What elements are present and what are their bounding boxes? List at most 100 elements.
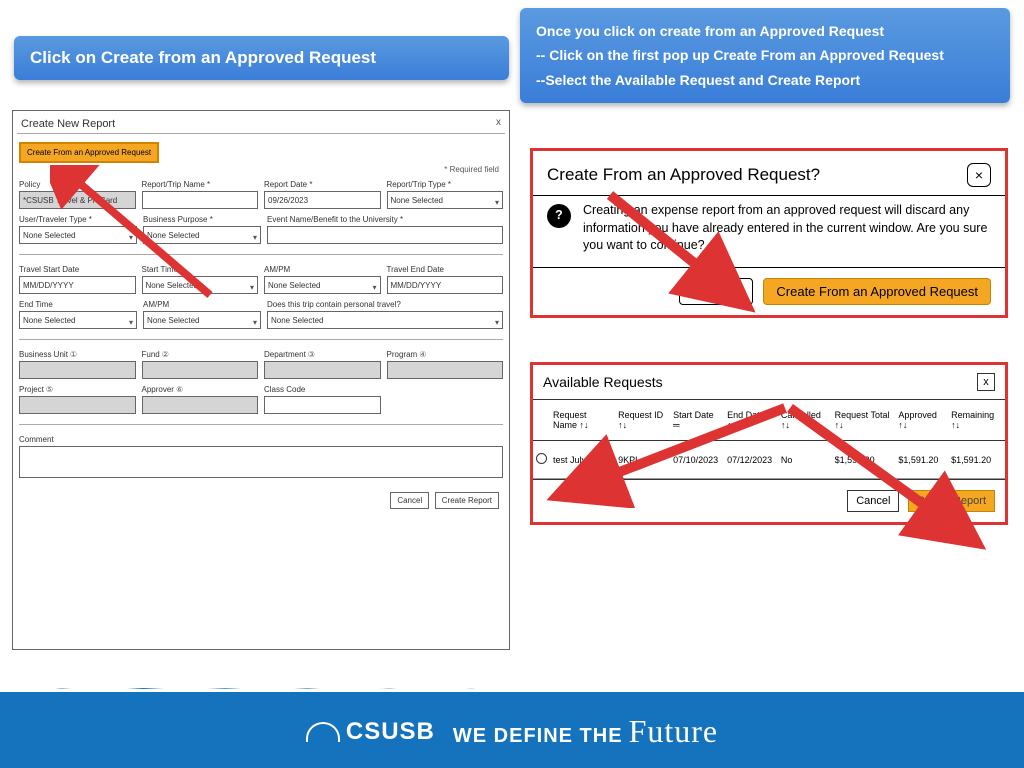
class-code-field[interactable] [264,396,381,414]
chevron-down-icon: ▾ [129,314,133,332]
callout-r-line2: -- Click on the first pop up Create From… [536,44,994,66]
chevron-down-icon: ▾ [250,279,254,297]
personal-value: None Selected [271,316,323,325]
close-icon[interactable]: × [967,163,991,187]
report-date-field[interactable]: 09/26/2023 [264,191,381,209]
table-row[interactable]: test July 2023 9KPL 07/10/2023 07/12/202… [533,441,1005,479]
trip-type-value: None Selected [391,196,443,205]
th-start[interactable]: Start Date ═ [670,400,724,441]
event-name-field[interactable] [267,226,503,244]
travel-end-field[interactable]: MM/DD/YYYY [387,276,504,294]
fund-field[interactable] [142,361,259,379]
label-user-type: User/Traveler Type * [19,215,137,224]
ampm2-value: None Selected [147,316,199,325]
ampm1-field[interactable]: None Selected ▾ [264,276,381,294]
travel-end-value: MM/DD/YYYY [391,281,442,290]
department-field[interactable] [264,361,381,379]
label-business-purpose: Business Purpose * [143,215,261,224]
end-time-value: None Selected [23,316,75,325]
label-department: Department③ [264,350,381,359]
brand-text: CSUSB [346,718,435,746]
chevron-down-icon: ▾ [253,229,257,247]
project-field[interactable] [19,396,136,414]
th-end[interactable]: End Date ↑↓ [724,400,778,441]
label-report-date: Report Date * [264,180,381,189]
close-icon[interactable]: x [977,373,995,391]
cell-cancelled: No [778,441,832,479]
label-class-code: Class Code [264,385,381,394]
start-time-field[interactable]: None Selected ▾ [142,276,259,294]
label-policy: Policy [19,180,136,189]
chevron-down-icon: ▾ [495,314,499,332]
trip-type-field[interactable]: None Selected ▾ [387,191,504,209]
th-remaining[interactable]: Remaining ↑↓ [948,400,1005,441]
cell-remaining: $1,591.20 [948,441,1005,479]
label-comment: Comment [19,435,503,444]
label-personal: Does this trip contain personal travel? [267,300,503,309]
avail-title: Available Requests [543,374,663,390]
th-approved[interactable]: Approved ↑↓ [895,400,948,441]
required-hint: * Required field [17,165,499,174]
cell-name: test July 2023 [550,441,615,479]
user-type-field[interactable]: None Selected▾ [19,226,137,244]
confirm-dialog: Create From an Approved Request? × ? Cre… [530,148,1008,318]
policy-value: *CSUSB Travel & ProCard [23,196,117,205]
callout-left: Click on Create from an Approved Request [14,36,509,80]
confirm-create-button[interactable]: Create From an Approved Request [763,278,991,305]
policy-field[interactable]: *CSUSB Travel & ProCard [19,191,136,209]
program-field[interactable] [387,361,504,379]
form-title-text: Create New Report [21,118,115,130]
chevron-down-icon: ▾ [129,229,133,247]
chevron-down-icon: ▾ [372,279,376,297]
dialog-body-text: Creating an expense report from an appro… [583,202,991,255]
th-total[interactable]: Request Total ↑↓ [832,400,896,441]
callout-right: Once you click on create from an Approve… [520,8,1010,103]
report-date-value: 09/26/2023 [268,196,308,205]
avail-create-button[interactable]: Create Report [908,490,995,512]
start-time-value: None Selected [146,281,198,290]
dialog-title: Create From an Approved Request? [547,165,820,185]
tagline: WE DEFINE THE Future [453,713,718,750]
create-report-form: Create New Report x Create From an Appro… [12,110,510,650]
travel-start-field[interactable]: MM/DD/YYYY [19,276,136,294]
bp-value: None Selected [147,231,199,240]
close-icon[interactable]: x [496,117,501,128]
create-report-button[interactable]: Create Report [435,492,499,509]
chevron-down-icon: ▾ [495,194,499,212]
callout-r-line1: Once you click on create from an Approve… [536,20,994,42]
go-back-button[interactable]: Go back [679,278,753,305]
th-cancel[interactable]: Cancelled ↑↓ [778,400,832,441]
callout-r-line3: --Select the Available Request and Creat… [536,69,994,91]
label-end-time: End Time [19,300,137,309]
chevron-down-icon: ▾ [253,314,257,332]
ampm1-value: None Selected [268,281,320,290]
csusb-logo: CSUSB [306,718,435,746]
label-event-name: Event Name/Benefit to the University * [267,215,503,224]
th-radio [533,400,550,441]
requests-table: Request Name ↑↓ Request ID ↑↓ Start Date… [533,400,1005,479]
personal-field[interactable]: None Selected ▾ [267,311,503,329]
label-project: Project⑤ [19,385,136,394]
cancel-button[interactable]: Cancel [390,492,429,509]
label-travel-start: Travel Start Date [19,265,136,274]
ampm2-field[interactable]: None Selected ▾ [143,311,261,329]
label-approver: Approver⑥ [142,385,259,394]
label-travel-end: Travel End Date [387,265,504,274]
trip-name-field[interactable] [142,191,259,209]
question-icon: ? [547,204,571,228]
radio-select[interactable] [536,453,547,464]
approver-field[interactable] [142,396,259,414]
business-unit-field[interactable] [19,361,136,379]
th-name[interactable]: Request Name ↑↓ [550,400,615,441]
end-time-field[interactable]: None Selected ▾ [19,311,137,329]
cell-approved: $1,591.20 [895,441,948,479]
label-fund: Fund② [142,350,259,359]
comment-field[interactable] [19,446,503,478]
create-from-approved-button[interactable]: Create From an Approved Request [19,142,159,163]
cell-end: 07/12/2023 [724,441,778,479]
business-purpose-field[interactable]: None Selected ▾ [143,226,261,244]
avail-cancel-button[interactable]: Cancel [847,490,899,512]
th-id[interactable]: Request ID ↑↓ [615,400,670,441]
cell-id: 9KPL [615,441,670,479]
label-trip-name: Report/Trip Name * [142,180,259,189]
